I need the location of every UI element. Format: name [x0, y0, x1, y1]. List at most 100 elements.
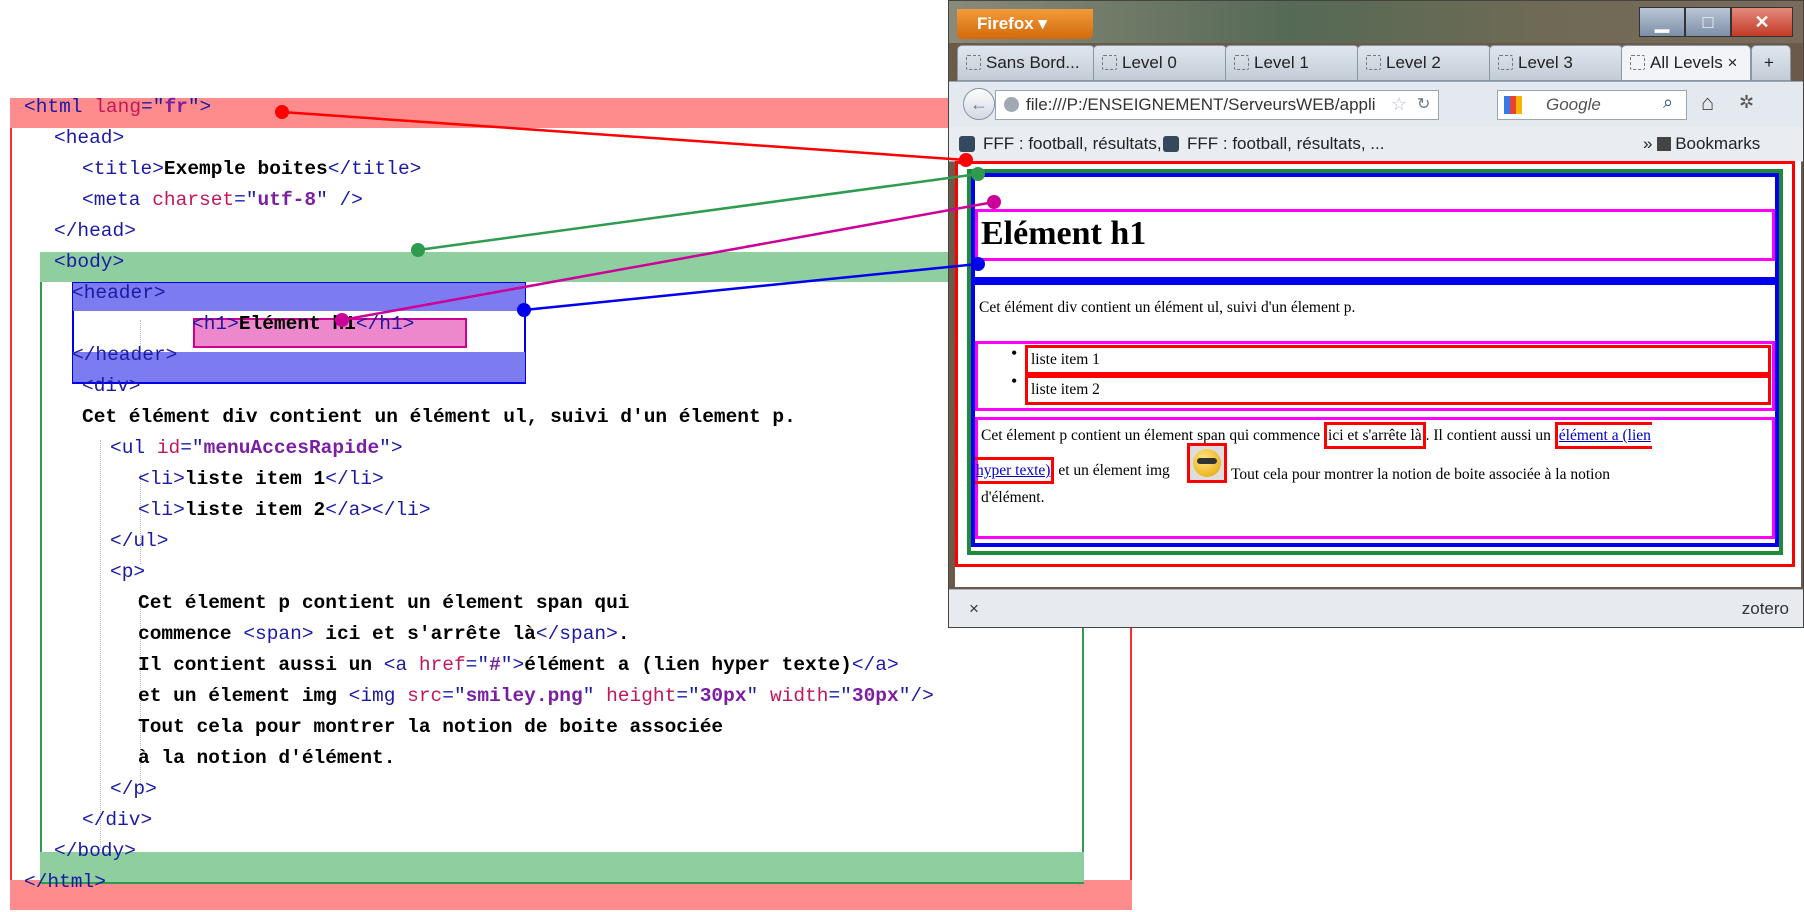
code-token: <meta — [82, 189, 153, 211]
code-token: <html — [24, 96, 95, 118]
code-token: </h1> — [355, 313, 415, 335]
tab-level-2[interactable]: Level 2 — [1357, 45, 1491, 81]
new-tab-button[interactable]: + — [1751, 45, 1791, 81]
page-icon — [1630, 55, 1645, 70]
code-token: =" — [234, 189, 258, 211]
code-line: <title>Exemple boites</title> — [82, 158, 421, 180]
code-line: Cet élement p contient un élement span q… — [138, 592, 629, 614]
firefox-window: Firefox ▾ ▁ □ ✕ Sans Bord... Level 0 Lev… — [948, 0, 1804, 628]
code-token: "> — [379, 437, 403, 459]
url-text: file:///P:/ENSEIGNEMENT/ServeursWEB/appl… — [1026, 95, 1376, 114]
url-bar[interactable]: file:///P:/ENSEIGNEMENT/ServeursWEB/appl… — [995, 90, 1439, 120]
render-li-2: liste item 2 — [1031, 381, 1100, 398]
code-token: <header> — [72, 282, 166, 304]
code-token: =" — [442, 685, 466, 707]
code-line: </ul> — [110, 530, 169, 552]
code-line: <header> — [72, 282, 166, 304]
code-token: et un élement img — [138, 685, 349, 707]
addons-icon[interactable]: ✲ — [1739, 92, 1754, 113]
render-p-tail: Tout cela pour montrer la notion de boit… — [1231, 466, 1610, 483]
code-token: "> — [187, 96, 212, 118]
code-line: <div> — [82, 375, 141, 397]
code-line: <html lang="fr"> — [24, 96, 211, 118]
code-token: " /> — [316, 189, 363, 211]
code-token: </span> — [535, 623, 618, 645]
render-li-1: liste item 1 — [1031, 351, 1100, 368]
page-viewport: Elément h1 Cet élément div contient un é… — [955, 161, 1801, 587]
code-line: <meta charset="utf-8" /> — [82, 189, 363, 211]
tab-level-1[interactable]: Level 1 — [1225, 45, 1359, 81]
tab-bar: Sans Bord... Level 0 Level 1 Level 2 Lev… — [957, 45, 1803, 81]
code-line: <p> — [110, 561, 145, 583]
code-line: </header> — [72, 344, 177, 366]
bookmarks-toolbar: FFF : football, résultats, ... FFF : foo… — [949, 127, 1803, 162]
render-li-bullet: • — [1011, 343, 1018, 363]
code-line: <li>liste item 1</li> — [138, 468, 384, 490]
html-close-band — [10, 880, 1132, 910]
p-text: et un élement img — [1054, 462, 1170, 479]
render-li-bullet: • — [1011, 371, 1018, 391]
body-open-band — [40, 252, 1084, 282]
tab-level-3[interactable]: Level 3 — [1489, 45, 1623, 81]
code-token: . — [617, 623, 630, 645]
code-token: </ul> — [110, 530, 169, 552]
code-token: menuAccesRapide — [203, 437, 380, 459]
maximize-button[interactable]: □ — [1685, 7, 1731, 37]
code-token: </div> — [82, 809, 153, 831]
tab-level-0[interactable]: Level 0 — [1093, 45, 1227, 81]
bookmark-item[interactable]: FFF : football, résultats, ... — [959, 127, 1180, 161]
code-token: 30px — [851, 685, 899, 707]
code-token: "> — [500, 654, 525, 676]
search-icon[interactable]: ⌕ — [1663, 92, 1673, 113]
code-token: =" — [141, 96, 165, 118]
reload-icon[interactable]: ↻ — [1417, 94, 1431, 114]
bookmark-label: FFF : football, résultats, ... — [983, 134, 1181, 153]
page-icon — [1366, 55, 1381, 70]
code-line: </body> — [54, 840, 136, 862]
code-line: </p> — [110, 778, 157, 800]
code-token: ici et s'arrête là — [313, 623, 536, 645]
code-line: et un élement img <img src="smiley.png" … — [138, 685, 934, 707]
football-icon — [1163, 136, 1179, 152]
status-bar: × zotero — [949, 589, 1803, 627]
code-token: =" — [676, 685, 700, 707]
star-icon[interactable]: ☆ — [1391, 94, 1408, 115]
code-token: liste item 1 — [184, 468, 326, 490]
search-box[interactable]: Google — [1497, 90, 1687, 120]
page-icon — [1102, 55, 1117, 70]
code-token: src — [407, 685, 443, 707]
plus-icon: + — [1764, 53, 1774, 72]
code-token: </a> — [851, 654, 899, 676]
tab-all-levels[interactable]: All Levels × — [1621, 45, 1751, 81]
close-addon-bar-icon[interactable]: × — [969, 590, 979, 627]
close-icon: ✕ — [1754, 12, 1770, 32]
tab-label: Sans Bord... — [986, 53, 1080, 72]
code-token: =" — [180, 437, 204, 459]
minimize-icon: ▁ — [1655, 12, 1669, 32]
code-line: Tout cela pour montrer la notion de boit… — [138, 716, 723, 738]
tab-sans-bord[interactable]: Sans Bord... — [957, 45, 1095, 81]
firefox-menu-button[interactable]: Firefox ▾ — [957, 9, 1093, 39]
minimize-button[interactable]: ▁ — [1639, 7, 1685, 37]
code-token: liste item 2 — [184, 499, 326, 521]
code-token: Exemple boites — [163, 158, 328, 180]
render-link-cont[interactable]: hyper texte) — [975, 457, 1055, 484]
body-close-band — [40, 852, 1084, 882]
code-line: à la notion d'élément. — [138, 747, 395, 769]
zotero-button[interactable]: zotero — [1742, 590, 1789, 627]
code-token: commence — [138, 623, 244, 645]
bookmark-item[interactable]: FFF : football, résultats, ... — [1163, 127, 1384, 161]
back-arrow-icon: ← — [970, 94, 988, 114]
code-token: Il contient aussi un — [138, 654, 384, 676]
code-token: Cet élément div contient un élément ul, … — [82, 406, 796, 428]
search-placeholder: Google — [1546, 95, 1601, 114]
code-line: <li>liste item 2</a></li> — [138, 499, 431, 521]
close-window-button[interactable]: ✕ — [1731, 7, 1793, 37]
home-icon[interactable]: ⌂ — [1701, 90, 1714, 116]
render-link[interactable]: élément a (lien — [1554, 422, 1652, 449]
code-token: </html> — [24, 871, 106, 893]
back-button[interactable]: ← — [963, 88, 995, 120]
bookmarks-icon — [1657, 137, 1672, 151]
tab-close-icon[interactable]: × — [1728, 53, 1738, 72]
bookmarks-menu[interactable]: » Bookmarks — [1643, 127, 1760, 161]
